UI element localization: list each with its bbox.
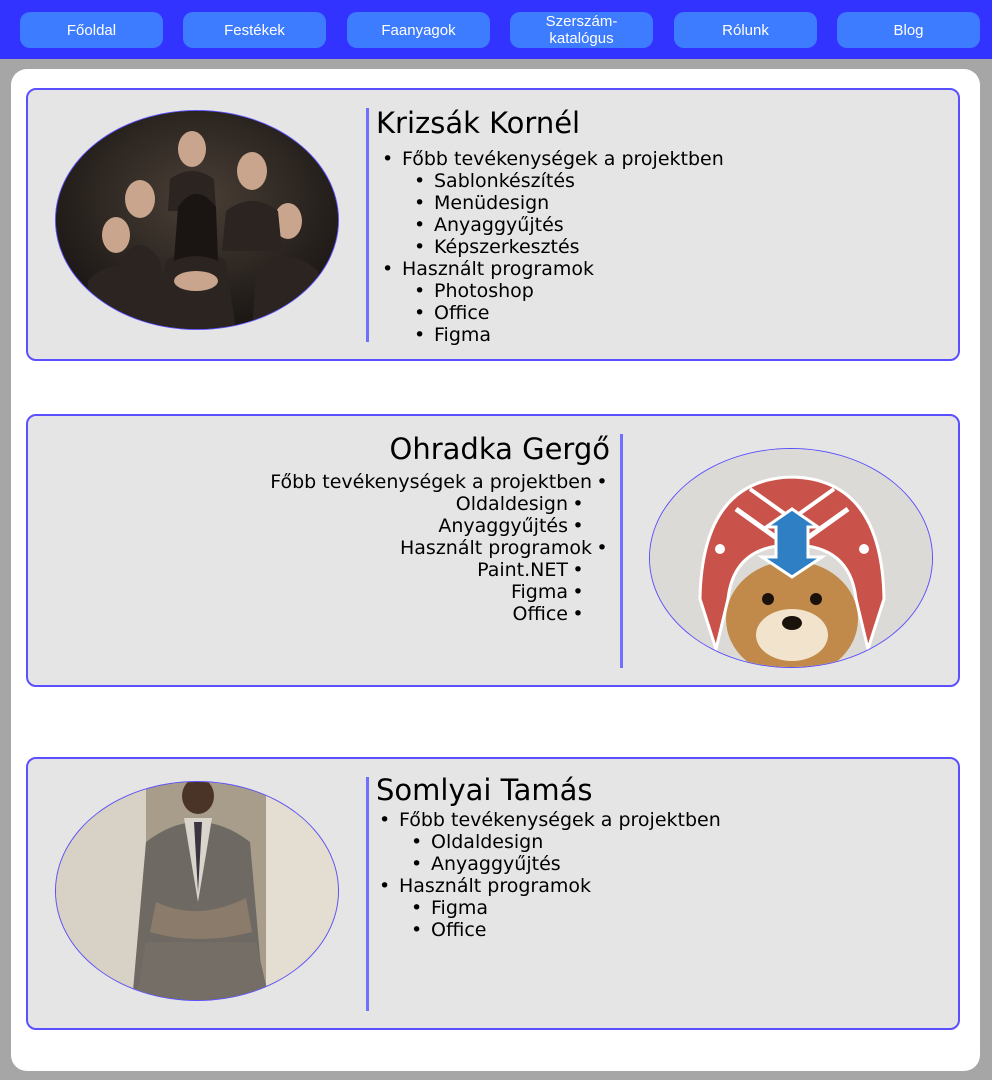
list-item: Photoshop: [402, 280, 724, 302]
member-details-list: Főbb tevékenységek a projektben Oldaldes…: [375, 809, 721, 941]
member-details-list: Főbb tevékenységek a projektben Sablonké…: [378, 148, 724, 346]
list-item: Figma: [399, 897, 721, 919]
card-divider: [366, 108, 369, 342]
band-photo-illustration: [56, 111, 338, 329]
programs-heading: Használt programok Figma Office: [375, 875, 721, 941]
member-name: Krizsák Kornél: [376, 106, 581, 140]
top-navigation: Főoldal Festékek Faanyagok Szerszám- kat…: [0, 0, 992, 59]
member-name: Ohradka Gergő: [389, 432, 610, 466]
list-item: Office: [402, 302, 724, 324]
list-item: Oldaldesign: [399, 831, 721, 853]
activities-heading: Főbb tevékenységek a projektben Oldaldes…: [375, 809, 721, 875]
nav-about-button[interactable]: Rólunk: [674, 12, 817, 48]
seated-man-illustration: [56, 782, 338, 1000]
list-item: Anyaggyűjtés: [402, 214, 724, 236]
nav-timber-button[interactable]: Faanyagok: [347, 12, 490, 48]
nav-paints-button[interactable]: Festékek: [183, 12, 326, 48]
member-details-list: Főbb tevékenységek a projektben • Oldald…: [270, 471, 612, 625]
member-card-somlyai: Somlyai Tamás Főbb tevékenységek a proje…: [26, 757, 960, 1030]
dog-helmet-illustration: [650, 449, 932, 667]
list-item: Anyaggyűjtés •: [438, 515, 584, 537]
list-item: Figma: [402, 324, 724, 346]
programs-heading: Használt programok •: [400, 537, 608, 559]
member-card-ohradka: Ohradka Gergő Főbb tevékenységek a proje…: [26, 414, 960, 687]
list-item: Office: [399, 919, 721, 941]
member-photo-band: [55, 110, 339, 330]
nav-tool-catalog-button[interactable]: Szerszám- katalógus: [510, 12, 653, 48]
member-photo-dog: [649, 448, 933, 668]
member-name: Somlyai Tamás: [376, 773, 593, 807]
list-item: Anyaggyűjtés: [399, 853, 721, 875]
member-card-krizsak: Krizsák Kornél Főbb tevékenységek a proj…: [26, 88, 960, 361]
card-divider: [366, 777, 369, 1011]
programs-heading: Használt programok Photoshop Office Figm…: [378, 258, 724, 346]
list-item: Figma •: [510, 581, 584, 603]
activities-heading: Főbb tevékenységek a projektben •: [270, 471, 608, 493]
list-item: Sablonkészítés: [402, 170, 724, 192]
list-item: Office •: [512, 603, 584, 625]
member-photo-man: [55, 781, 339, 1001]
list-item: Paint.NET •: [477, 559, 584, 581]
nav-blog-button[interactable]: Blog: [837, 12, 980, 48]
list-item: Képszerkesztés: [402, 236, 724, 258]
list-item: Menüdesign: [402, 192, 724, 214]
activities-heading: Főbb tevékenységek a projektben Sablonké…: [378, 148, 724, 258]
nav-home-button[interactable]: Főoldal: [20, 12, 163, 48]
list-item: Oldaldesign •: [455, 493, 584, 515]
card-divider: [620, 434, 623, 668]
